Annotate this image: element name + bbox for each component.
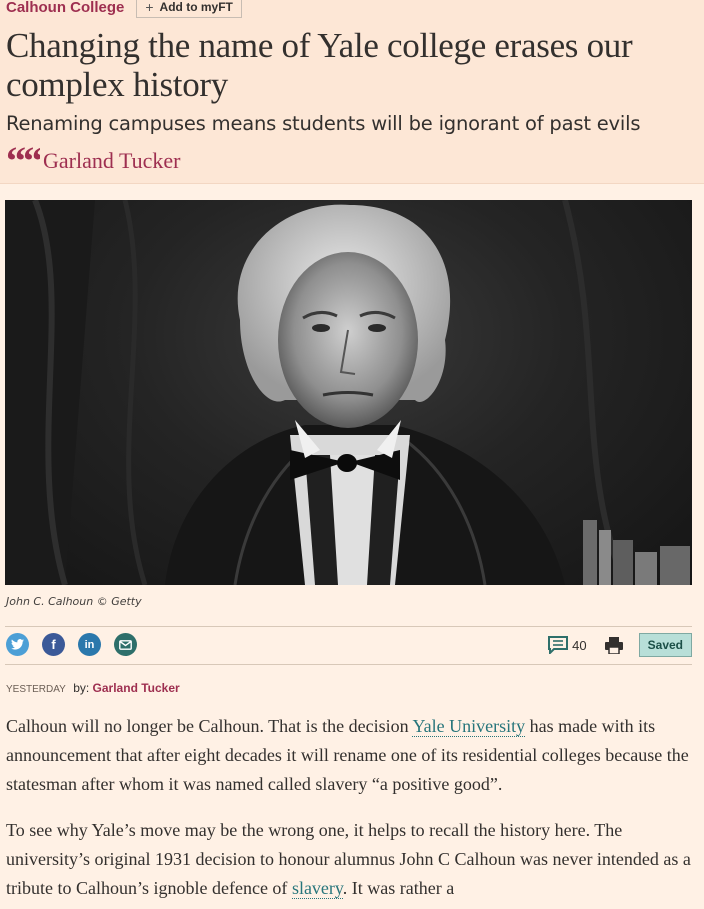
body-text: Calhoun will no longer be Calhoun. That …	[6, 716, 413, 736]
body-paragraph: Calhoun will no longer be Calhoun. That …	[6, 712, 698, 799]
image-caption: John C. Calhoun © Getty	[6, 595, 142, 608]
topic-link[interactable]: Calhoun College	[6, 0, 124, 16]
divider	[5, 626, 692, 627]
meta-author-link[interactable]: Garland Tucker	[93, 681, 180, 695]
print-icon[interactable]	[604, 636, 623, 654]
linkedin-icon[interactable]: in	[78, 633, 101, 656]
plus-icon: +	[145, 0, 154, 15]
quote-icon: ““	[6, 147, 40, 175]
facebook-icon[interactable]: f	[42, 633, 65, 656]
article-tools: 40 Saved	[548, 633, 692, 657]
add-to-myft-label: Add to myFT	[159, 0, 233, 14]
headline: Changing the name of Yale college erases…	[6, 26, 633, 104]
body-paragraph: To see why Yale’s move may be the wrong …	[6, 816, 698, 903]
comments-button[interactable]: 40	[548, 636, 587, 654]
yale-university-link[interactable]: Yale University	[412, 716, 526, 737]
share-bar: f in	[6, 633, 137, 656]
article-meta: YESTERDAY by: Garland Tucker	[6, 681, 180, 695]
article-header: Calhoun College + Add to myFT Changing t…	[0, 0, 704, 184]
twitter-icon[interactable]	[6, 633, 29, 656]
topic-row: Calhoun College + Add to myFT	[6, 0, 242, 18]
author-link[interactable]: Garland Tucker	[43, 148, 180, 174]
standfirst: Renaming campuses means students will be…	[6, 112, 641, 135]
slavery-link[interactable]: slavery	[291, 878, 343, 899]
saved-button[interactable]: Saved	[638, 633, 692, 657]
publish-date: YESTERDAY	[6, 684, 66, 695]
divider	[5, 664, 692, 665]
email-icon[interactable]	[114, 633, 137, 656]
comments-icon	[548, 636, 569, 654]
byline: ““ Garland Tucker	[6, 147, 180, 175]
add-to-myft-button[interactable]: + Add to myFT	[136, 0, 242, 18]
body-text: . It was rather a	[342, 878, 455, 898]
portrait-engraving	[5, 200, 690, 585]
hero-image	[5, 200, 692, 585]
by-label: by:	[73, 681, 90, 695]
comment-count: 40	[572, 637, 587, 653]
